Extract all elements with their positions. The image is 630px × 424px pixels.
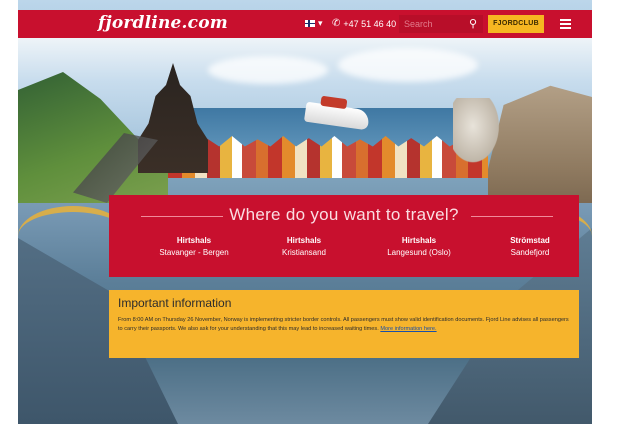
hero-statue bbox=[453, 98, 503, 168]
fjordclub-button[interactable]: FJORDCLUB bbox=[488, 15, 544, 33]
route-destinations: Stavanger - Bergen bbox=[159, 248, 229, 257]
site-logo[interactable]: fjordline.com bbox=[98, 13, 228, 33]
more-info-link[interactable]: More information here. bbox=[380, 326, 436, 332]
page: fjordline.com ▾ ✆ +47 51 46 40 99 ⚲ FJOR… bbox=[18, 0, 592, 424]
destination-panel: Where do you want to travel? Hirtshals S… bbox=[109, 195, 579, 277]
route-destinations: Sandefjord bbox=[510, 248, 550, 257]
destination-title: Where do you want to travel? bbox=[229, 205, 459, 224]
divider bbox=[471, 216, 553, 217]
hero-cloud bbox=[208, 56, 328, 84]
info-body: From 8:00 AM on Thursday 26 November, No… bbox=[118, 317, 569, 332]
phone-icon: ✆ bbox=[332, 18, 341, 29]
phone-link[interactable]: ✆ +47 51 46 40 99 bbox=[332, 18, 409, 29]
route-port: Hirtshals bbox=[286, 236, 322, 245]
info-text: From 8:00 AM on Thursday 26 November, No… bbox=[118, 316, 570, 333]
important-info-panel: Important information From 8:00 AM on Th… bbox=[109, 290, 579, 358]
route-list: Hirtshals Stavanger - Bergen Hirtshals K… bbox=[109, 236, 579, 266]
hamburger-icon bbox=[559, 19, 571, 21]
menu-button[interactable] bbox=[555, 15, 575, 33]
route-link[interactable]: Strömstad Sandefjord bbox=[485, 236, 575, 257]
hero-cloud bbox=[338, 48, 478, 82]
route-port: Strömstad bbox=[510, 236, 550, 245]
route-port: Hirtshals bbox=[401, 236, 437, 245]
route-port: Hirtshals bbox=[176, 236, 212, 245]
chevron-down-icon: ▾ bbox=[318, 18, 323, 28]
search-icon[interactable]: ⚲ bbox=[466, 17, 480, 31]
route-link[interactable]: Hirtshals Langesund (Oslo) bbox=[359, 236, 479, 257]
route-link[interactable]: Hirtshals Stavanger - Bergen bbox=[139, 236, 249, 257]
flag-icon bbox=[305, 20, 315, 27]
route-destinations: Kristiansand bbox=[281, 248, 327, 257]
site-header: fjordline.com ▾ ✆ +47 51 46 40 99 ⚲ FJOR… bbox=[18, 10, 592, 38]
info-title: Important information bbox=[118, 296, 232, 310]
route-destinations: Langesund (Oslo) bbox=[387, 248, 451, 257]
route-link[interactable]: Hirtshals Kristiansand bbox=[249, 236, 359, 257]
language-selector[interactable]: ▾ bbox=[305, 18, 323, 29]
